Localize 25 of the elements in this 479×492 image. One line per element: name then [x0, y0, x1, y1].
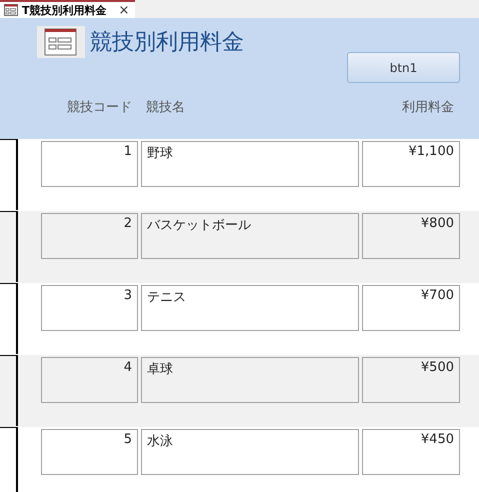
fee-field[interactable]: ¥700	[362, 285, 460, 331]
fee-field[interactable]: ¥1,100	[362, 141, 460, 187]
column-label: 競技名	[146, 99, 185, 116]
btn1-button[interactable]: btn1	[347, 52, 460, 83]
fee-field[interactable]: ¥500	[362, 357, 460, 403]
name-field[interactable]: 卓球	[141, 357, 359, 403]
form-title: 競技別利用料金	[90, 29, 244, 57]
code-field[interactable]: 3	[41, 285, 138, 331]
name-field[interactable]: バスケットボール	[141, 213, 359, 259]
code-field[interactable]: 1	[41, 141, 138, 187]
name-field[interactable]: テニス	[141, 285, 359, 331]
code-field[interactable]: 2	[41, 213, 138, 259]
column-label: 利用料金	[402, 99, 454, 116]
fee-field[interactable]: ¥800	[362, 213, 460, 259]
code-field[interactable]: 4	[41, 357, 138, 403]
column-label: 競技コード	[67, 99, 132, 116]
form-icon	[37, 26, 85, 58]
name-field[interactable]: 水泳	[141, 429, 359, 475]
form-icon	[4, 4, 18, 16]
code-field[interactable]: 5	[41, 429, 138, 475]
name-field[interactable]: 野球	[141, 141, 359, 187]
tab-title: T競技別利用料金	[22, 2, 107, 18]
fee-field[interactable]: ¥450	[362, 429, 460, 475]
close-button[interactable]: ×	[118, 2, 130, 18]
document-tab[interactable]: T競技別利用料金 ×	[0, 0, 136, 18]
